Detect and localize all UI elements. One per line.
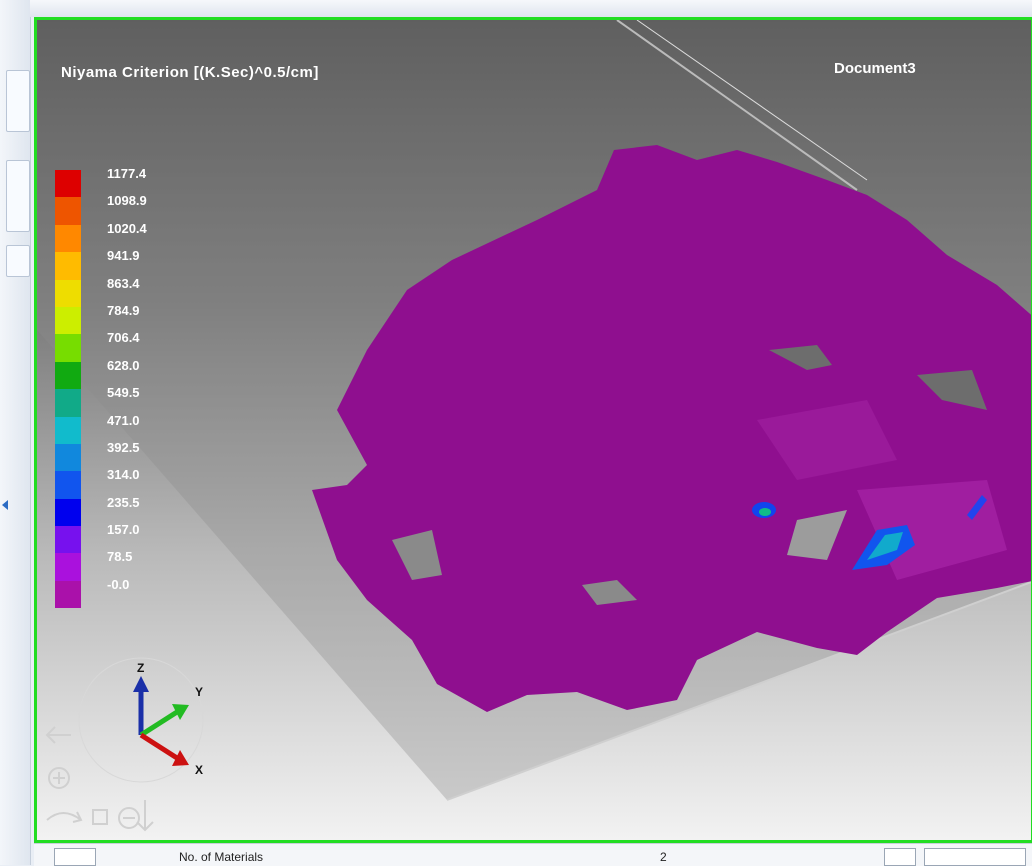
status-bar: No. of Materials 2 — [34, 843, 1032, 866]
legend-swatch — [55, 306, 81, 335]
fit-view-icon[interactable] — [92, 809, 108, 825]
x-axis-arrow — [139, 732, 179, 761]
legend-swatch — [55, 526, 81, 554]
legend-label: 628.0 — [107, 357, 140, 373]
legend-label: 78.5 — [107, 549, 133, 565]
scene-graphic: Z Y X — [37, 20, 1031, 832]
materials-count-value: 2 — [660, 850, 667, 864]
legend-swatch — [55, 224, 81, 253]
z-axis-arrow-head — [133, 676, 149, 692]
legend-swatch — [55, 471, 81, 499]
rotate-icon[interactable] — [46, 811, 83, 823]
status-field — [54, 848, 96, 866]
legend-label: 1177.4 — [107, 166, 147, 181]
legend-swatch — [55, 197, 81, 225]
legend-label: 706.4 — [107, 330, 140, 346]
legend-swatch — [55, 443, 81, 472]
panel-tab[interactable] — [6, 245, 30, 277]
legend-swatch — [55, 170, 81, 198]
3d-viewport[interactable]: Z Y X Niyama Criterion [(K.Sec)^0.5/cm] … — [34, 17, 1032, 843]
zoom-out-icon[interactable] — [118, 807, 140, 829]
legend-swatch — [55, 580, 81, 609]
legend-label: 941.9 — [107, 248, 140, 264]
legend-swatch — [55, 252, 81, 280]
materials-count-label: No. of Materials — [179, 850, 264, 864]
left-panel-rail — [0, 0, 31, 865]
hotspot — [759, 508, 771, 516]
status-field[interactable] — [884, 848, 916, 866]
legend-label: 314.0 — [107, 467, 140, 483]
zoom-in-icon[interactable] — [48, 767, 70, 789]
legend-label: 784.9 — [107, 302, 140, 318]
collapse-arrow-icon[interactable] — [2, 500, 8, 510]
panel-tab[interactable] — [6, 70, 30, 132]
status-field[interactable] — [924, 848, 1026, 866]
legend-swatch — [55, 416, 81, 444]
legend-swatch — [55, 361, 81, 390]
legend-label: 1098.9 — [107, 193, 147, 209]
z-axis-label: Z — [137, 661, 144, 675]
legend-swatch — [55, 279, 81, 307]
legend-label: 235.5 — [107, 494, 140, 510]
result-title: Niyama Criterion [(K.Sec)^0.5/cm] — [61, 64, 319, 81]
legend-label: 863.4 — [107, 275, 140, 291]
legend-swatch — [55, 334, 81, 362]
legend-label: 157.0 — [107, 522, 140, 538]
panel-tab[interactable] — [6, 160, 30, 232]
x-axis-label: X — [195, 763, 203, 777]
document-name: Document3 — [834, 60, 916, 77]
legend-label: -0.0 — [107, 576, 130, 592]
legend-label: 1020.4 — [107, 220, 147, 236]
legend-label: 392.5 — [107, 439, 140, 455]
pan-left-icon[interactable] — [45, 726, 71, 744]
legend-swatch — [55, 553, 81, 581]
legend-swatch — [55, 498, 81, 527]
legend-swatch — [55, 389, 81, 417]
toolbar-strip — [30, 0, 1032, 17]
legend-label: 471.0 — [107, 412, 140, 428]
y-axis-label: Y — [195, 685, 203, 699]
y-axis-arrow — [139, 709, 179, 738]
legend-label: 549.5 — [107, 385, 140, 401]
